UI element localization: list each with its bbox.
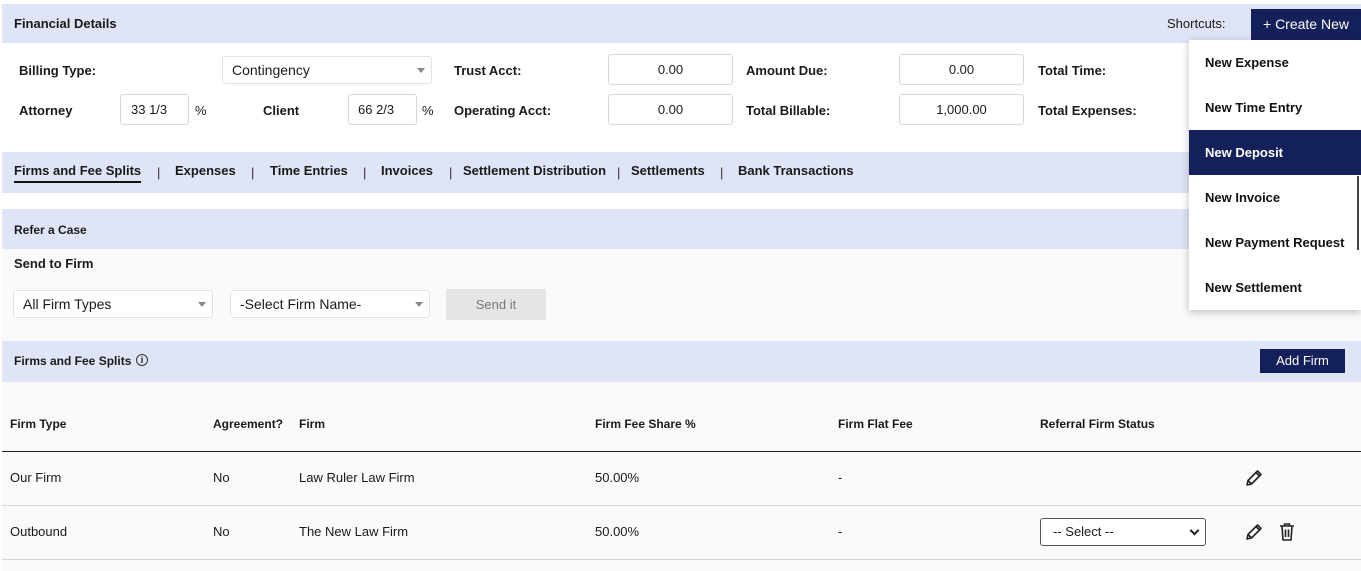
cell-agreement: No xyxy=(213,470,230,485)
column-header-referral-status: Referral Firm Status xyxy=(1040,417,1155,431)
info-icon[interactable]: i xyxy=(136,354,148,366)
section-title: Financial Details xyxy=(14,16,117,31)
column-header-firm-type: Firm Type xyxy=(10,417,67,431)
attorney-label: Attorney xyxy=(19,103,73,118)
attorney-percent-input[interactable]: 33 1/3 xyxy=(120,94,189,125)
add-firm-button[interactable]: Add Firm xyxy=(1260,349,1345,373)
fee-splits-header: Firms and Fee Splits i xyxy=(2,341,1361,382)
total-expenses-label: Total Expenses: xyxy=(1038,103,1137,118)
tab-separator: | xyxy=(720,165,724,180)
chevron-down-icon xyxy=(198,302,206,307)
chevron-down-icon xyxy=(415,302,423,307)
column-header-flat-fee: Firm Flat Fee xyxy=(838,417,913,431)
chevron-down-icon xyxy=(1189,525,1200,536)
menu-scrollbar[interactable] xyxy=(1357,176,1359,250)
column-header-agreement: Agreement? xyxy=(213,417,284,431)
chevron-down-icon xyxy=(417,68,425,73)
tab-separator: | xyxy=(363,165,367,180)
cell-fee-share: 50.00% xyxy=(595,524,640,539)
client-percent-sign: % xyxy=(422,103,434,118)
edit-pencil-icon[interactable] xyxy=(1244,468,1264,488)
column-header-fee-share: Firm Fee Share % xyxy=(595,417,696,431)
column-header-firm: Firm xyxy=(299,417,326,431)
trust-acct-input[interactable]: 0.00 xyxy=(608,54,733,85)
billing-type-select[interactable]: Contingency xyxy=(222,56,432,84)
table-row xyxy=(2,452,1361,506)
tab-settlement-distribution[interactable]: Settlement Distribution xyxy=(463,163,606,178)
total-time-label: Total Time: xyxy=(1038,63,1107,78)
tab-separator: | xyxy=(157,165,161,180)
operating-acct-input[interactable]: 0.00 xyxy=(608,94,733,125)
firm-name-select[interactable]: -Select Firm Name- xyxy=(230,290,430,318)
cell-fee-share: 50.00% xyxy=(595,470,640,485)
refer-case-title: Refer a Case xyxy=(14,223,87,237)
operating-acct-label: Operating Acct: xyxy=(454,103,552,118)
firm-types-select[interactable]: All Firm Types xyxy=(13,290,213,318)
cell-firm-type: Our Firm xyxy=(10,470,62,485)
client-label: Client xyxy=(263,103,300,118)
menu-item-new-invoice[interactable]: New Invoice xyxy=(1189,175,1361,220)
tab-separator: | xyxy=(449,165,453,180)
edit-pencil-icon[interactable] xyxy=(1244,522,1264,542)
menu-item-new-deposit[interactable]: New Deposit xyxy=(1189,130,1361,175)
cell-flat-fee: - xyxy=(838,524,843,539)
tab-separator: | xyxy=(617,165,621,180)
send-to-firm-label: Send to Firm xyxy=(14,256,94,271)
tab-bar: Firms and Fee Splits | Expenses | Time E… xyxy=(2,152,1361,193)
tab-invoices[interactable]: Invoices xyxy=(381,163,433,178)
tab-firms-and-fee-splits[interactable]: Firms and Fee Splits xyxy=(14,163,141,178)
trust-acct-label: Trust Acct: xyxy=(454,63,522,78)
amount-due-input[interactable]: 0.00 xyxy=(899,54,1024,85)
create-new-menu: New Expense New Time Entry New Deposit N… xyxy=(1189,40,1361,310)
client-percent-input[interactable]: 66 2/3 xyxy=(348,94,417,125)
active-tab-underline xyxy=(14,181,141,183)
tab-time-entries[interactable]: Time Entries xyxy=(270,163,348,178)
menu-item-new-expense[interactable]: New Expense xyxy=(1189,40,1361,85)
referral-status-value: -- Select -- xyxy=(1053,524,1114,539)
amount-due-label: Amount Due: xyxy=(746,63,828,78)
fee-splits-title: Firms and Fee Splits xyxy=(14,354,132,368)
cell-flat-fee: - xyxy=(838,470,843,485)
firm-name-value: -Select Firm Name- xyxy=(240,296,362,312)
firm-types-value: All Firm Types xyxy=(23,296,112,312)
menu-item-new-payment-request[interactable]: New Payment Request xyxy=(1189,220,1361,265)
attorney-percent-sign: % xyxy=(195,103,207,118)
menu-item-new-time-entry[interactable]: New Time Entry xyxy=(1189,85,1361,130)
menu-item-new-settlement[interactable]: New Settlement xyxy=(1189,265,1361,310)
tab-separator: | xyxy=(251,165,255,180)
tab-bank-transactions[interactable]: Bank Transactions xyxy=(738,163,854,178)
cell-agreement: No xyxy=(213,524,230,539)
cell-firm-type: Outbound xyxy=(10,524,68,539)
total-billable-label: Total Billable: xyxy=(746,103,831,118)
tab-settlements[interactable]: Settlements xyxy=(631,163,705,178)
referral-status-select[interactable]: -- Select -- xyxy=(1040,518,1206,546)
tab-expenses[interactable]: Expenses xyxy=(175,163,236,178)
send-it-button[interactable]: Send it xyxy=(446,289,546,320)
shortcuts-label: Shortcuts: xyxy=(1167,16,1226,31)
cell-firm: The New Law Firm xyxy=(299,524,409,539)
create-new-button[interactable]: + Create New xyxy=(1251,9,1361,40)
billing-type-label: Billing Type: xyxy=(19,63,97,78)
billing-type-value: Contingency xyxy=(232,62,310,78)
refer-case-header: Refer a Case xyxy=(2,209,1361,249)
cell-firm: Law Ruler Law Firm xyxy=(299,470,415,485)
financial-details-header: Financial Details Shortcuts: xyxy=(2,4,1361,43)
trash-icon[interactable] xyxy=(1278,522,1296,542)
total-billable-input[interactable]: 1,000.00 xyxy=(899,94,1024,125)
